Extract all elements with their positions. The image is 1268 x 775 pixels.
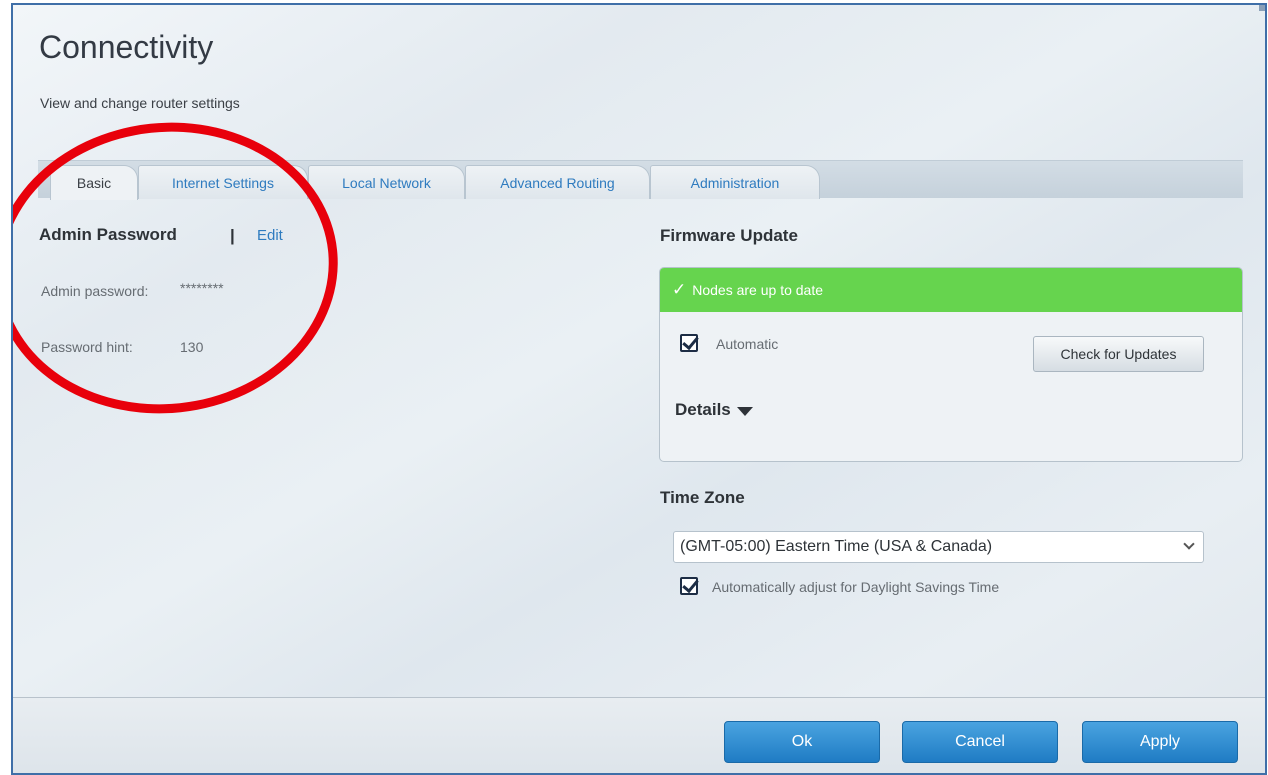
- apply-button[interactable]: Apply: [1082, 721, 1238, 763]
- firmware-status-banner: ✓ Nodes are up to date: [660, 268, 1242, 312]
- firmware-panel: ✓ Nodes are up to date Automatic Check f…: [659, 267, 1243, 462]
- tab-bar: Basic Internet Settings Local Network Ad…: [38, 160, 1243, 200]
- password-hint-value: 130: [180, 339, 204, 355]
- chevron-down-icon: [1183, 538, 1195, 550]
- edit-password-link[interactable]: Edit: [257, 227, 283, 244]
- checkmark-icon: ✓: [672, 280, 687, 299]
- dst-checkbox[interactable]: [680, 577, 698, 595]
- caret-down-icon: [736, 406, 753, 416]
- password-hint-label: Password hint:: [41, 339, 133, 355]
- firmware-status-text: Nodes are up to date: [692, 282, 824, 298]
- tab-internet-settings[interactable]: Internet Settings: [138, 165, 308, 199]
- details-toggle[interactable]: Details: [675, 400, 753, 420]
- tab-local-network[interactable]: Local Network: [308, 165, 465, 199]
- time-zone-select[interactable]: (GMT-05:00) Eastern Time (USA & Canada): [673, 531, 1204, 563]
- tab-advanced-routing[interactable]: Advanced Routing: [465, 165, 650, 199]
- admin-password-heading: Admin Password: [39, 225, 177, 244]
- page-subtitle: View and change router settings: [40, 95, 240, 111]
- time-zone-heading: Time Zone: [660, 488, 745, 507]
- connectivity-window: Connectivity View and change router sett…: [11, 3, 1267, 775]
- heading-separator: |: [230, 226, 235, 245]
- resize-handle[interactable]: [1259, 5, 1265, 11]
- page-title: Connectivity: [39, 29, 214, 65]
- admin-password-value: ********: [180, 280, 224, 296]
- automatic-update-checkbox[interactable]: [680, 334, 698, 352]
- tab-basic[interactable]: Basic: [50, 165, 138, 200]
- time-zone-selected-value: (GMT-05:00) Eastern Time (USA & Canada): [680, 538, 993, 555]
- tab-administration[interactable]: Administration: [650, 165, 820, 199]
- red-highlight-circle: [13, 105, 353, 431]
- automatic-update-label: Automatic: [716, 336, 779, 352]
- dst-label: Automatically adjust for Daylight Saving…: [712, 579, 1000, 595]
- details-label: Details: [675, 400, 731, 419]
- footer-bar: Ok Cancel Apply: [13, 698, 1265, 773]
- firmware-update-heading: Firmware Update: [660, 226, 798, 245]
- cancel-button[interactable]: Cancel: [902, 721, 1058, 763]
- check-for-updates-button[interactable]: Check for Updates: [1033, 336, 1204, 372]
- ok-button[interactable]: Ok: [724, 721, 880, 763]
- admin-password-label: Admin password:: [41, 283, 149, 299]
